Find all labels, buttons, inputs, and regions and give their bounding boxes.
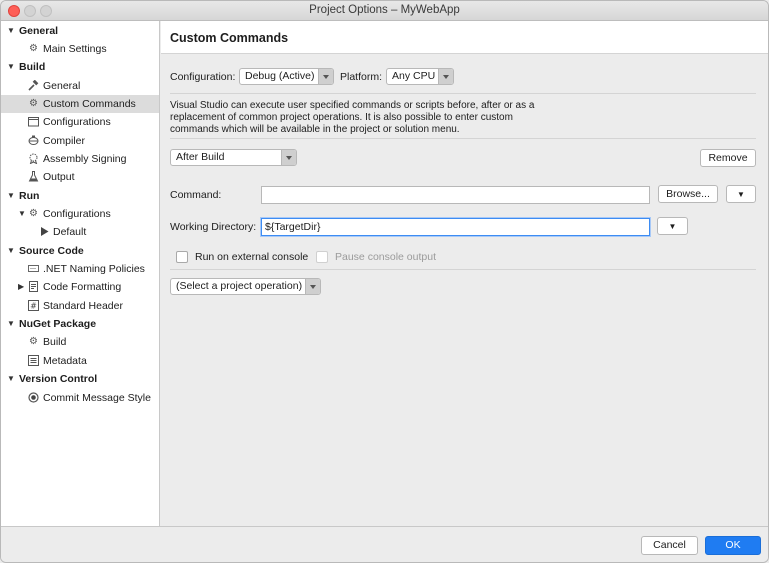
seal-icon [28, 153, 39, 165]
gear-icon: ⚙ [29, 98, 38, 109]
sidebar-item-metadata[interactable]: Metadata [1, 352, 159, 370]
disclosure-collapsed-icon[interactable]: ▶ [18, 278, 24, 296]
platform-select[interactable]: Any CPU [386, 68, 454, 85]
sidebar-item-assembly-signing[interactable]: Assembly Signing [1, 150, 159, 168]
platform-label: Platform: [340, 71, 383, 83]
run-external-console-label: Run on external console [195, 251, 309, 263]
sidebar-item-main-settings[interactable]: ⚙ Main Settings [1, 40, 159, 58]
sidebar-item-output[interactable]: Output [1, 168, 159, 186]
sidebar-item-standard-header[interactable]: # Standard Header [1, 297, 159, 315]
sidebar-item-run-configurations[interactable]: ▼ ⚙ Configurations [1, 205, 159, 223]
window-icon [28, 116, 39, 127]
sidebar-category-run[interactable]: ▼ Run [1, 187, 159, 205]
window-title: Project Options – MyWebApp [309, 4, 460, 16]
sidebar-item-build-general[interactable]: General [1, 77, 159, 95]
panel-header: Custom Commands [161, 21, 768, 54]
sidebar-item-default[interactable]: Default [1, 223, 159, 241]
configuration-select[interactable]: Debug (Active) [239, 68, 334, 85]
build-step-select[interactable]: After Build [170, 149, 297, 166]
disclosure-expanded-icon[interactable]: ▼ [7, 242, 15, 260]
sidebar-category-source-code[interactable]: ▼ Source Code [1, 242, 159, 260]
dialog-footer: Cancel OK [1, 526, 768, 562]
sidebar-category-version-control[interactable]: ▼ Version Control [1, 370, 159, 388]
sidebar-item-custom-commands[interactable]: ⚙ Custom Commands [1, 95, 159, 113]
command-label: Command: [170, 189, 222, 201]
chevron-down-icon [305, 279, 320, 294]
page-title: Custom Commands [170, 31, 289, 45]
ok-button[interactable]: OK [705, 536, 761, 555]
divider [170, 269, 756, 270]
flask-icon [28, 171, 39, 182]
list-icon [28, 355, 39, 366]
remove-button[interactable]: Remove [700, 149, 756, 167]
gear-icon: ⚙ [29, 208, 38, 219]
cancel-button[interactable]: Cancel [641, 536, 698, 555]
chevron-down-icon: ▼ [668, 222, 677, 231]
pause-console-output-checkbox[interactable] [316, 251, 328, 263]
sidebar-category-build[interactable]: ▼ Build [1, 58, 159, 76]
chevron-down-icon: ▼ [737, 190, 745, 199]
compiler-icon [28, 135, 39, 146]
working-directory-input[interactable]: ${TargetDir} [261, 218, 650, 236]
gear-icon: ⚙ [29, 43, 38, 54]
custom-commands-panel: Custom Commands Configuration: Debug (Ac… [161, 21, 768, 526]
disclosure-expanded-icon[interactable]: ▼ [7, 370, 15, 388]
svg-text:#: # [30, 302, 37, 311]
chevron-down-icon [281, 150, 296, 165]
sidebar-category-general[interactable]: ▼ General [1, 22, 159, 40]
disclosure-expanded-icon[interactable]: ▼ [7, 22, 15, 40]
sidebar-category-nuget-package[interactable]: ▼ NuGet Package [1, 315, 159, 333]
run-external-console-checkbox[interactable] [176, 251, 188, 263]
sidebar-item-configurations[interactable]: Configurations [1, 113, 159, 131]
disclosure-expanded-icon[interactable]: ▼ [7, 58, 15, 76]
chevron-down-icon [438, 69, 453, 84]
options-sidebar: ▼ General ⚙ Main Settings ▼ Build Genera… [1, 21, 160, 526]
sidebar-item-code-formatting[interactable]: ▶ Code Formatting [1, 278, 159, 296]
browse-button[interactable]: Browse... [658, 185, 718, 203]
command-input[interactable] [261, 186, 650, 204]
hammer-icon [28, 79, 39, 91]
working-directory-macros-button[interactable]: ▼ [657, 217, 688, 235]
description-text: Visual Studio can execute user specified… [170, 100, 535, 135]
sidebar-item-commit-message-style[interactable]: Commit Message Style [1, 389, 159, 407]
command-macros-button[interactable]: ▼ [726, 185, 756, 203]
gear-icon: ⚙ [29, 336, 38, 347]
title-bar: Project Options – MyWebApp [1, 1, 768, 21]
pause-console-output-label: Pause console output [335, 251, 436, 263]
disclosure-expanded-icon[interactable]: ▼ [7, 315, 15, 333]
project-options-window: Project Options – MyWebApp ▼ General ⚙ M… [0, 0, 769, 563]
sidebar-item-naming-policies[interactable]: .NET Naming Policies [1, 260, 159, 278]
play-icon [39, 226, 50, 237]
divider [170, 138, 756, 139]
sidebar-item-compiler[interactable]: Compiler [1, 132, 159, 150]
disclosure-expanded-icon[interactable]: ▼ [18, 205, 26, 223]
working-directory-label: Working Directory: [170, 221, 257, 233]
naming-icon [28, 263, 39, 274]
disclosure-expanded-icon[interactable]: ▼ [7, 187, 15, 205]
hash-icon: # [28, 300, 39, 311]
document-icon [28, 281, 39, 292]
chevron-down-icon [318, 69, 333, 84]
radio-icon [28, 392, 39, 403]
divider [170, 93, 756, 94]
sidebar-item-nuget-build[interactable]: ⚙ Build [1, 333, 159, 351]
project-operation-select[interactable]: (Select a project operation) [170, 278, 321, 295]
configuration-label: Configuration: [170, 71, 236, 83]
